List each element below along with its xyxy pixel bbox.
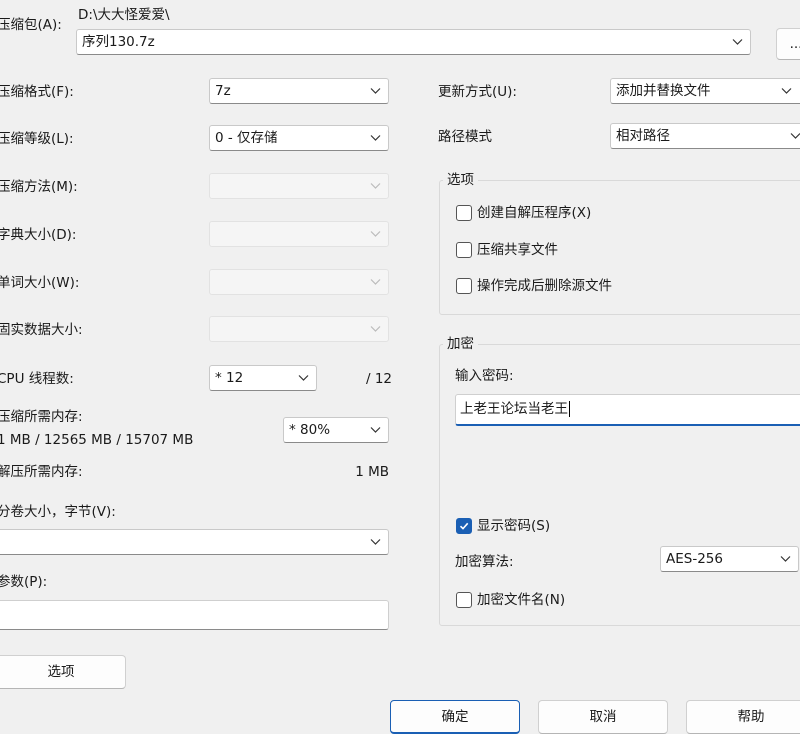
dict-label: 字典大小(D): — [0, 227, 77, 243]
sfx-checkbox[interactable] — [456, 205, 472, 221]
encrypt-names-label: 加密文件名(N) — [477, 592, 566, 608]
volume-combo[interactable] — [0, 529, 389, 555]
chevron-down-icon — [298, 372, 309, 383]
chevron-down-icon — [790, 130, 800, 141]
mem-decomp-value: 1 MB — [355, 464, 389, 480]
help-button[interactable]: 帮助 — [686, 700, 800, 734]
shared-files-label: 压缩共享文件 — [477, 242, 558, 258]
cancel-button[interactable]: 取消 — [538, 700, 668, 734]
chevron-down-icon — [781, 85, 792, 96]
encryption-method-combo[interactable]: AES-256 — [660, 546, 799, 572]
browse-button[interactable]: ... — [776, 28, 800, 60]
sfx-label: 创建自解压程序(X) — [477, 205, 592, 221]
mem-decomp-label: 解压所需内存: — [0, 464, 83, 480]
password-label: 输入密码: — [455, 368, 514, 384]
path-mode-combo[interactable]: 相对路径 — [610, 123, 800, 149]
update-combo[interactable]: 添加并替换文件 — [610, 78, 800, 104]
mem-percent-value: * 80% — [289, 422, 331, 438]
update-value: 添加并替换文件 — [616, 83, 711, 99]
dict-combo — [209, 221, 389, 247]
method-combo — [209, 173, 389, 199]
cpu-label: CPU 线程数: — [0, 371, 74, 387]
encryption-method-value: AES-256 — [666, 551, 723, 567]
level-label: 压缩等级(L): — [0, 131, 74, 147]
path-mode-label: 路径模式 — [438, 129, 492, 145]
show-password-label: 显示密码(S) — [477, 518, 551, 534]
chevron-down-icon — [370, 323, 381, 334]
chevron-down-icon — [370, 276, 381, 287]
params-label: 参数(P): — [0, 574, 48, 590]
chevron-down-icon — [732, 36, 743, 47]
cpu-max: / 12 — [366, 371, 393, 387]
cpu-value: * 12 — [215, 370, 244, 386]
level-value: 0 - 仅存储 — [215, 130, 278, 146]
show-password-checkbox[interactable] — [456, 518, 472, 534]
chevron-down-icon — [370, 85, 381, 96]
format-label: 压缩格式(F): — [0, 84, 74, 100]
options-button[interactable]: 选项 — [0, 655, 126, 689]
options-group-title: 选项 — [443, 171, 478, 189]
chevron-down-icon — [370, 132, 381, 143]
chevron-down-icon — [370, 424, 381, 435]
solid-label: 固实数据大小: — [0, 322, 83, 338]
format-value: 7z — [215, 83, 231, 99]
password-value: 上老王论坛当老王 — [460, 401, 568, 417]
archive-label: 压缩包(A): — [0, 17, 62, 33]
chevron-down-icon — [370, 180, 381, 191]
method-label: 压缩方法(M): — [0, 179, 78, 195]
format-combo[interactable]: 7z — [209, 78, 389, 104]
word-label: 单词大小(W): — [0, 275, 80, 291]
mem-comp-value: 1 MB / 12565 MB / 15707 MB — [0, 432, 194, 448]
encryption-method-label: 加密算法: — [455, 554, 514, 570]
archive-path: D:\大大怪爱爱\ — [78, 7, 170, 23]
update-label: 更新方式(U): — [438, 84, 517, 100]
mem-percent-combo[interactable]: * 80% — [283, 417, 389, 443]
encrypt-names-checkbox[interactable] — [456, 592, 472, 608]
chevron-down-icon — [780, 553, 791, 564]
encryption-group-title: 加密 — [443, 335, 478, 353]
path-mode-value: 相对路径 — [616, 128, 670, 144]
solid-combo — [209, 316, 389, 342]
chevron-down-icon — [370, 228, 381, 239]
archive-filename-combo[interactable]: 序列130.7z — [76, 29, 751, 55]
volume-label: 分卷大小，字节(V): — [0, 504, 116, 520]
word-combo — [209, 269, 389, 295]
mem-comp-label: 压缩所需内存: — [0, 409, 83, 425]
delete-source-label: 操作完成后删除源文件 — [477, 278, 612, 294]
password-input[interactable]: 上老王论坛当老王 — [455, 394, 800, 426]
archive-filename-value: 序列130.7z — [82, 34, 155, 50]
chevron-down-icon — [370, 536, 381, 547]
shared-files-checkbox[interactable] — [456, 242, 472, 258]
delete-source-checkbox[interactable] — [456, 278, 472, 294]
checkmark-icon — [459, 522, 469, 530]
cpu-combo[interactable]: * 12 — [209, 365, 317, 391]
encryption-group — [439, 344, 800, 626]
ok-button[interactable]: 确定 — [390, 700, 520, 734]
params-input[interactable] — [0, 600, 389, 630]
level-combo[interactable]: 0 - 仅存储 — [209, 125, 389, 151]
